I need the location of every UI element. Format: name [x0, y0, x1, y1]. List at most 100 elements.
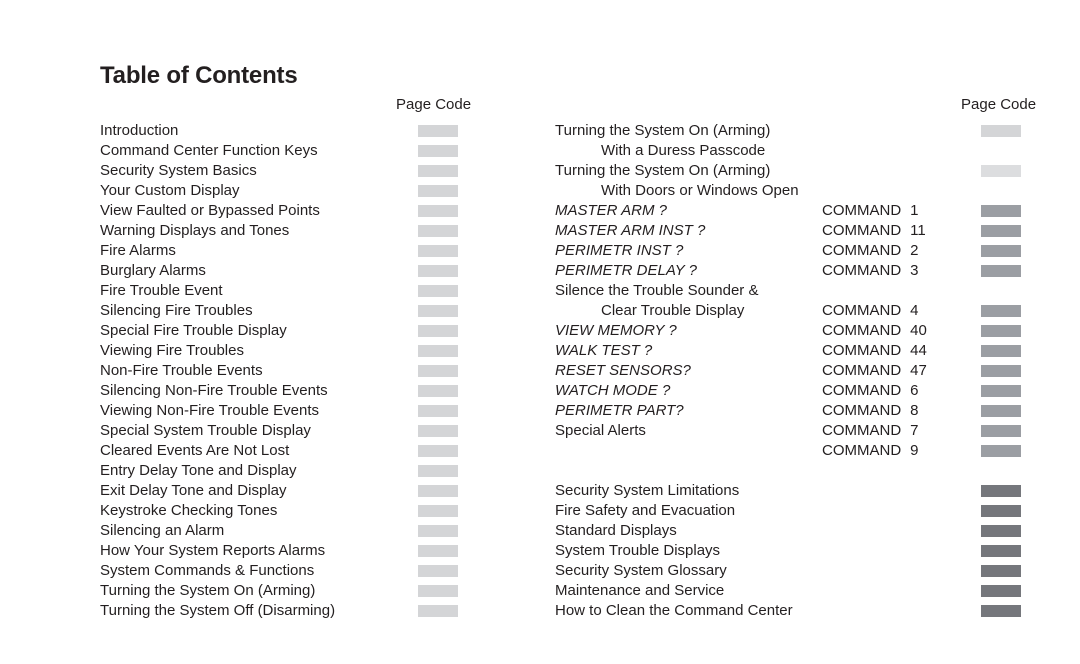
- command-number: 2: [910, 242, 919, 259]
- toc-entry-row[interactable]: Security System Basics: [100, 161, 480, 181]
- toc-entry-row[interactable]: With Doors or Windows Open: [555, 181, 1025, 201]
- toc-entry-title[interactable]: System Commands & Functions: [100, 561, 314, 581]
- toc-entry-title[interactable]: Non-Fire Trouble Events: [100, 361, 263, 381]
- toc-entry-row[interactable]: Special System Trouble Display: [100, 421, 480, 441]
- toc-entry-row[interactable]: Turning the System On (Arming): [100, 581, 480, 601]
- toc-entry-title[interactable]: Turning the System On (Arming): [100, 581, 315, 601]
- toc-entry-row[interactable]: Security System Glossary: [555, 561, 1025, 581]
- toc-entry-row[interactable]: WATCH MODE ? COMMAND 6: [555, 381, 1025, 401]
- toc-entry-title[interactable]: Maintenance and Service: [555, 581, 724, 601]
- toc-entry-title[interactable]: MASTER ARM ?: [555, 201, 667, 221]
- toc-entry-title[interactable]: Security System Glossary: [555, 561, 727, 581]
- toc-entry-row[interactable]: Clear Trouble Display COMMAND 4: [555, 301, 1025, 321]
- toc-entry-row[interactable]: Turning the System On (Arming): [555, 161, 1025, 181]
- toc-entry-row[interactable]: Fire Safety and Evacuation: [555, 501, 1025, 521]
- toc-entry-row[interactable]: Security System Limitations: [555, 481, 1025, 501]
- toc-entry-title[interactable]: Viewing Fire Troubles: [100, 341, 244, 361]
- toc-entry-title[interactable]: PERIMETR INST ?: [555, 241, 683, 261]
- toc-entry-row[interactable]: With a Duress Passcode: [555, 141, 1025, 161]
- toc-entry-row[interactable]: Non-Fire Trouble Events: [100, 361, 480, 381]
- toc-entry-title[interactable]: System Trouble Displays: [555, 541, 720, 561]
- toc-entry-row[interactable]: MASTER ARM ? COMMAND 1: [555, 201, 1025, 221]
- toc-entry-title[interactable]: Entry Delay Tone and Display: [100, 461, 297, 481]
- toc-entry-row[interactable]: Standard Displays: [555, 521, 1025, 541]
- command-label: COMMAND: [822, 322, 902, 339]
- toc-entry-row[interactable]: Turning the System Off (Disarming): [100, 601, 480, 621]
- toc-entry-title[interactable]: Introduction: [100, 121, 178, 141]
- toc-entry-title[interactable]: Burglary Alarms: [100, 261, 206, 281]
- toc-entry-title[interactable]: Special Fire Trouble Display: [100, 321, 287, 341]
- toc-entry-title[interactable]: With a Duress Passcode: [601, 141, 765, 161]
- toc-entry-title[interactable]: Keystroke Checking Tones: [100, 501, 277, 521]
- toc-entry-row[interactable]: VIEW MEMORY ? COMMAND 40: [555, 321, 1025, 341]
- toc-entry-title[interactable]: Fire Trouble Event: [100, 281, 223, 301]
- toc-entry-title[interactable]: PERIMETR PART?: [555, 401, 684, 421]
- toc-entry-row[interactable]: Introduction: [100, 121, 480, 141]
- toc-entry-title[interactable]: Silence the Trouble Sounder &: [555, 281, 758, 301]
- toc-entry-title[interactable]: How to Clean the Command Center: [555, 601, 793, 621]
- toc-entry-row[interactable]: Your Custom Display: [100, 181, 480, 201]
- toc-entry-row[interactable]: How to Clean the Command Center: [555, 601, 1025, 621]
- toc-entry-title[interactable]: Turning the System On (Arming): [555, 161, 770, 181]
- toc-entry-title[interactable]: Turning the System On (Arming): [555, 121, 770, 141]
- toc-entry-row[interactable]: Special Alerts COMMAND 7: [555, 421, 1025, 441]
- toc-entry-title[interactable]: With Doors or Windows Open: [601, 181, 799, 201]
- toc-entry-row[interactable]: Warning Displays and Tones: [100, 221, 480, 241]
- toc-entry-title[interactable]: Silencing an Alarm: [100, 521, 224, 541]
- toc-entry-row[interactable]: Silencing an Alarm: [100, 521, 480, 541]
- toc-entry-title[interactable]: Security System Basics: [100, 161, 257, 181]
- toc-entry-row[interactable]: Special Fire Trouble Display: [100, 321, 480, 341]
- toc-entry-title[interactable]: Special System Trouble Display: [100, 421, 311, 441]
- toc-entry-row[interactable]: Maintenance and Service: [555, 581, 1025, 601]
- toc-entry-title[interactable]: WATCH MODE ?: [555, 381, 670, 401]
- toc-entry-row[interactable]: Silencing Non-Fire Trouble Events: [100, 381, 480, 401]
- toc-entry-title[interactable]: MASTER ARM INST ?: [555, 221, 705, 241]
- toc-entry-title[interactable]: PERIMETR DELAY ?: [555, 261, 697, 281]
- toc-entry-row[interactable]: MASTER ARM INST ? COMMAND 11: [555, 221, 1025, 241]
- toc-entry-row[interactable]: Silence the Trouble Sounder &: [555, 281, 1025, 301]
- toc-entry-row[interactable]: System Commands & Functions: [100, 561, 480, 581]
- toc-entry-row[interactable]: Entry Delay Tone and Display: [100, 461, 480, 481]
- toc-entry-title[interactable]: RESET SENSORS?: [555, 361, 691, 381]
- toc-entry-row[interactable]: RESET SENSORS? COMMAND 47: [555, 361, 1025, 381]
- toc-entry-row[interactable]: COMMAND 9: [555, 441, 1025, 461]
- toc-entry-title[interactable]: Exit Delay Tone and Display: [100, 481, 287, 501]
- toc-entry-row[interactable]: Turning the System On (Arming): [555, 121, 1025, 141]
- toc-entry-row[interactable]: View Faulted or Bypassed Points: [100, 201, 480, 221]
- toc-entry-row[interactable]: Fire Trouble Event: [100, 281, 480, 301]
- toc-entry-title[interactable]: Security System Limitations: [555, 481, 739, 501]
- toc-entry-title[interactable]: Special Alerts: [555, 421, 646, 441]
- toc-entry-title[interactable]: Silencing Fire Troubles: [100, 301, 253, 321]
- toc-entry-title[interactable]: VIEW MEMORY ?: [555, 321, 677, 341]
- toc-entry-row[interactable]: Fire Alarms: [100, 241, 480, 261]
- toc-entry-title[interactable]: Viewing Non-Fire Trouble Events: [100, 401, 319, 421]
- toc-entry-title[interactable]: How Your System Reports Alarms: [100, 541, 325, 561]
- toc-entry-title[interactable]: Standard Displays: [555, 521, 677, 541]
- toc-entry-row[interactable]: System Trouble Displays: [555, 541, 1025, 561]
- toc-entry-title[interactable]: Fire Alarms: [100, 241, 176, 261]
- toc-entry-title[interactable]: Command Center Function Keys: [100, 141, 318, 161]
- toc-entry-row[interactable]: Silencing Fire Troubles: [100, 301, 480, 321]
- toc-entry-row[interactable]: Cleared Events Are Not Lost: [100, 441, 480, 461]
- toc-entry-title[interactable]: Silencing Non-Fire Trouble Events: [100, 381, 328, 401]
- toc-entry-row[interactable]: PERIMETR PART? COMMAND 8: [555, 401, 1025, 421]
- toc-entry-row[interactable]: Burglary Alarms: [100, 261, 480, 281]
- toc-entry-row[interactable]: Keystroke Checking Tones: [100, 501, 480, 521]
- toc-entry-row[interactable]: PERIMETR INST ? COMMAND 2: [555, 241, 1025, 261]
- toc-entry-row[interactable]: PERIMETR DELAY ? COMMAND 3: [555, 261, 1025, 281]
- toc-entry-command: COMMAND 40: [822, 321, 932, 341]
- toc-entry-row[interactable]: Viewing Non-Fire Trouble Events: [100, 401, 480, 421]
- toc-entry-row[interactable]: How Your System Reports Alarms: [100, 541, 480, 561]
- toc-entry-title[interactable]: Clear Trouble Display: [601, 301, 744, 321]
- toc-entry-title[interactable]: View Faulted or Bypassed Points: [100, 201, 320, 221]
- toc-entry-title[interactable]: Warning Displays and Tones: [100, 221, 289, 241]
- toc-entry-title[interactable]: WALK TEST ?: [555, 341, 652, 361]
- toc-entry-title[interactable]: Your Custom Display: [100, 181, 240, 201]
- toc-entry-row[interactable]: WALK TEST ? COMMAND 44: [555, 341, 1025, 361]
- toc-entry-row[interactable]: Exit Delay Tone and Display: [100, 481, 480, 501]
- toc-entry-title[interactable]: Cleared Events Are Not Lost: [100, 441, 289, 461]
- toc-entry-title[interactable]: Turning the System Off (Disarming): [100, 601, 335, 621]
- toc-entry-row[interactable]: Viewing Fire Troubles: [100, 341, 480, 361]
- toc-entry-row[interactable]: Command Center Function Keys: [100, 141, 480, 161]
- toc-entry-title[interactable]: Fire Safety and Evacuation: [555, 501, 735, 521]
